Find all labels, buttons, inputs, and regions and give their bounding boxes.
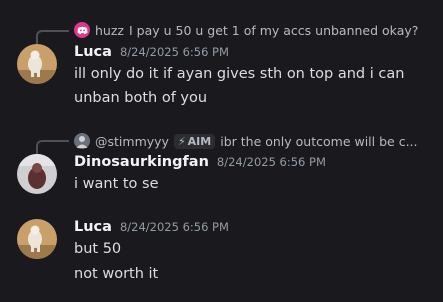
author-name[interactable]: Luca — [74, 44, 112, 60]
discord-logo-icon — [74, 22, 90, 38]
message-text: not worth it — [74, 266, 159, 282]
avatar[interactable] — [17, 154, 57, 194]
server-tag-label: AIM — [187, 134, 212, 148]
message-text: but 50 — [74, 241, 122, 257]
reply-text: ibr the only outcome will be c... — [220, 133, 418, 149]
reply-preview[interactable]: @stimmyyy ⚡ AIM ibr the only outcome wil… — [74, 133, 418, 149]
reply-spine — [36, 140, 69, 154]
reply-author[interactable]: huzz — [95, 23, 124, 38]
reply-spine — [36, 30, 69, 44]
message-2: @stimmyyy ⚡ AIM ibr the only outcome wil… — [0, 120, 443, 200]
timestamp: 8/24/2025 6:56 PM — [119, 45, 229, 59]
message-text: i want to se — [74, 176, 159, 192]
server-tag[interactable]: ⚡ AIM — [173, 133, 216, 149]
avatar[interactable] — [17, 44, 57, 84]
message-header: Dinosaurkingfan 8/24/2025 6:56 PM — [74, 154, 326, 170]
message-3: Luca 8/24/2025 6:56 PM but 50 not worth … — [0, 200, 443, 302]
author-name[interactable]: Dinosaurkingfan — [74, 154, 209, 170]
timestamp: 8/24/2025 6:56 PM — [216, 155, 326, 169]
user-avatar-icon — [74, 133, 90, 149]
message-header: Luca 8/24/2025 6:56 PM — [74, 44, 229, 60]
reply-text: I pay u 50 u get 1 of my accs unbanned o… — [128, 22, 419, 38]
avatar[interactable] — [17, 219, 57, 259]
message-text: unban both of you — [74, 90, 208, 106]
reply-preview[interactable]: huzz I pay u 50 u get 1 of my accs unban… — [74, 22, 418, 38]
timestamp: 8/24/2025 6:56 PM — [119, 220, 229, 234]
message-text: ill only do it if ayan gives sth on top … — [74, 66, 405, 82]
reply-author[interactable]: @stimmyyy — [95, 134, 169, 149]
author-name[interactable]: Luca — [74, 219, 112, 235]
message-header: Luca 8/24/2025 6:56 PM — [74, 219, 229, 235]
lightning-icon: ⚡ — [177, 134, 186, 148]
message-1: huzz I pay u 50 u get 1 of my accs unban… — [0, 0, 443, 120]
